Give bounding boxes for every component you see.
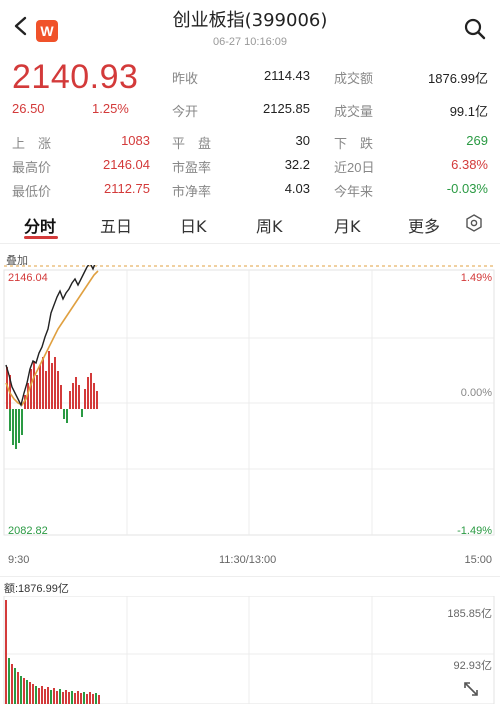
stat-value-ytd: -0.03% (446, 181, 488, 196)
top-bar: W 创业板指(399006) 06-27 10:16:09 (0, 0, 500, 55)
pct-axis-mid: 0.00% (460, 387, 492, 399)
settings-icon[interactable] (465, 214, 483, 232)
intraday-bars (6, 351, 98, 449)
volume-label: 额:1876.99亿 (4, 583, 69, 595)
tab-five-day[interactable]: 五日 (100, 213, 132, 237)
stat-value-open: 2125.85 (263, 101, 310, 116)
stat-value-prev-close: 2114.43 (263, 68, 310, 83)
tab-weekly-k[interactable]: 周K (256, 213, 283, 237)
stat-value-pb: 4.03 (284, 181, 310, 196)
volume-bars (5, 600, 100, 704)
price-change-percent: 1.25% (92, 101, 129, 116)
pct-axis-bottom: -1.49% (457, 525, 492, 537)
stat-label: 平 盘 (172, 136, 212, 151)
expand-icon[interactable] (462, 680, 480, 698)
volume-chart (3, 596, 495, 704)
stat-value-turnover: 1876.99亿 (428, 71, 488, 86)
stat-label: 成交量 (334, 104, 374, 119)
price-axis-top: 2146.04 (8, 272, 48, 284)
tab-daily-k[interactable]: 日K (180, 213, 207, 237)
time-axis-mid: 11:30/13:00 (219, 554, 277, 566)
current-price: 2140.93 (12, 58, 139, 96)
price-change: 26.50 (12, 101, 45, 116)
stat-label: 最高价 (12, 160, 52, 175)
pct-axis-top: 1.49% (460, 272, 492, 284)
stat-value-pe: 32.2 (284, 157, 310, 172)
stat-label: 市盈率 (172, 160, 212, 175)
page-title: 创业板指(399006) (172, 10, 328, 31)
tab-more[interactable]: 更多 (408, 213, 440, 237)
stat-label: 成交额 (334, 71, 374, 86)
volume-axis-max: 185.85亿 (447, 608, 492, 620)
stat-value-volume: 99.1亿 (449, 104, 488, 119)
stat-value-flat-count: 30 (295, 133, 310, 148)
active-tab-indicator (24, 236, 58, 239)
chart-tabs: 分时 五日 日K 周K 月K 更多 (0, 205, 500, 241)
stat-value-low: 2112.75 (103, 181, 150, 196)
search-icon[interactable] (464, 18, 486, 40)
stat-value-down-count: 269 (466, 133, 488, 148)
time-axis-end: 15:00 (464, 554, 492, 566)
divider (0, 243, 500, 244)
stat-label: 下 跌 (334, 136, 374, 151)
tab-monthly-k[interactable]: 月K (334, 213, 361, 237)
stat-label: 上 涨 (12, 136, 52, 151)
stat-value-up-count: 1083 (121, 133, 150, 148)
stat-label: 今开 (172, 104, 199, 119)
intraday-chart (3, 265, 495, 536)
quote-time: 06-27 10:16:09 (212, 36, 287, 48)
stat-label: 昨收 (172, 71, 199, 86)
divider (0, 576, 500, 577)
stat-label: 今年来 (334, 184, 374, 199)
stat-label: 近20日 (334, 160, 375, 175)
stat-value-high: 2146.04 (103, 157, 150, 172)
time-axis-start: 9:30 (8, 554, 30, 566)
volume-axis-mid: 92.93亿 (453, 660, 492, 672)
stat-value-20day: 6.38% (451, 157, 488, 172)
stat-label: 市净率 (172, 184, 212, 199)
tab-intraday[interactable]: 分时 (24, 213, 56, 237)
stat-label: 最低价 (12, 184, 52, 199)
price-axis-bottom: 2082.82 (8, 525, 48, 537)
